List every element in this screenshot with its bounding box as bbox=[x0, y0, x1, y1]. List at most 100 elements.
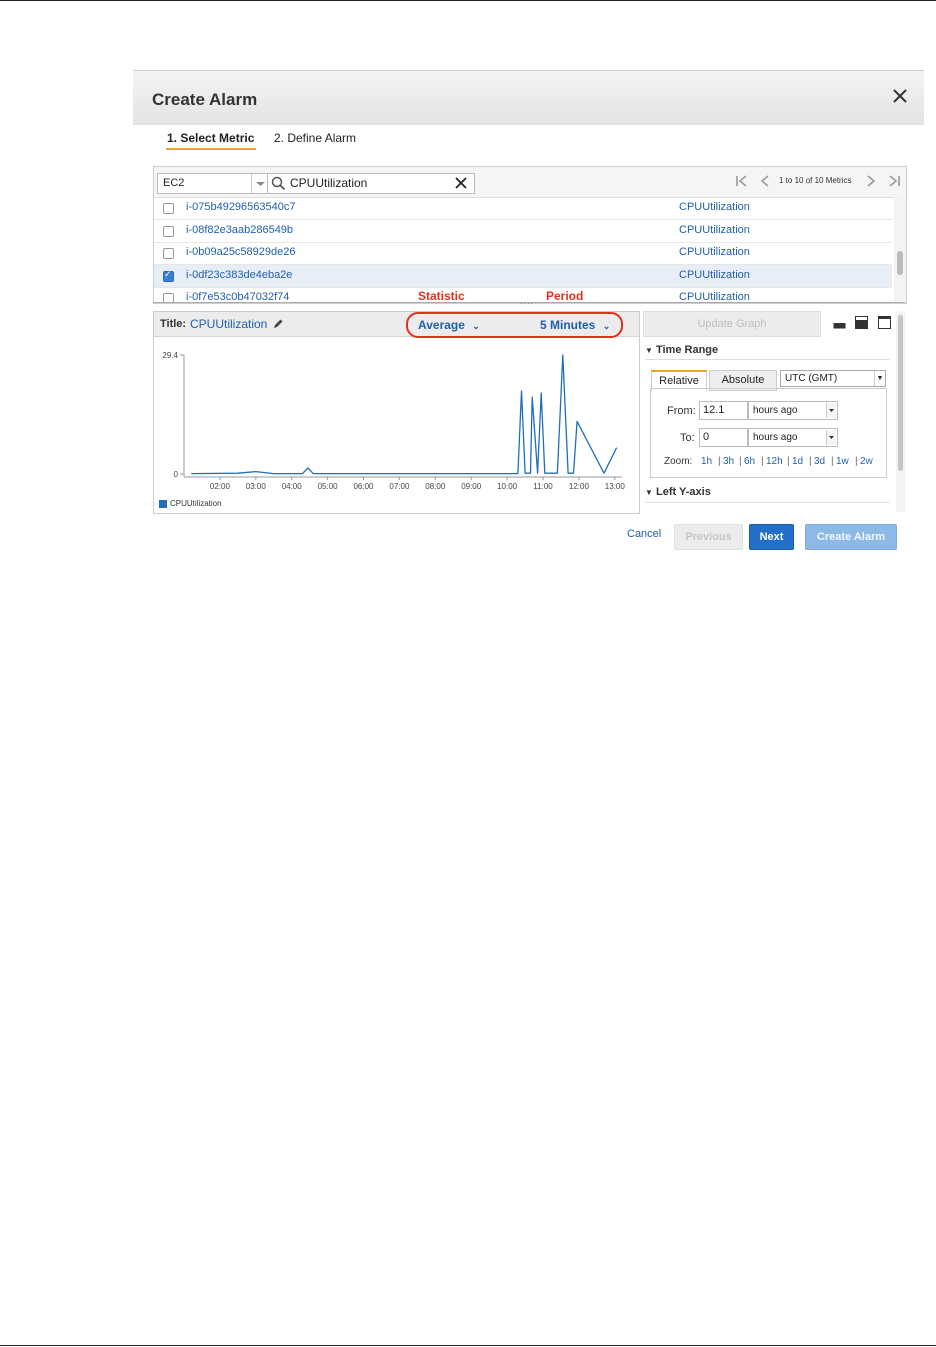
last-page-icon[interactable] bbox=[887, 174, 901, 188]
row-checkbox[interactable] bbox=[163, 269, 174, 282]
zoom-separator: | bbox=[831, 456, 834, 467]
divider bbox=[645, 359, 890, 360]
x-tick-label: 10:00 bbox=[497, 482, 518, 491]
options-scrollbar[interactable] bbox=[896, 311, 905, 512]
left-y-axis-label: Left Y-axis bbox=[655, 486, 711, 498]
triangle-down-icon: ▼ bbox=[645, 346, 653, 355]
graph-title-value[interactable]: CPUUtilization bbox=[190, 317, 267, 331]
zoom-separator: | bbox=[809, 456, 812, 467]
zoom-link-1w[interactable]: 1w bbox=[836, 456, 849, 467]
x-tick-label: 09:00 bbox=[461, 482, 482, 491]
metric-name-link[interactable]: CPUUtilization bbox=[679, 224, 750, 236]
table-row[interactable]: i-075b49296563540c7 CPUUtilization bbox=[154, 197, 892, 220]
page-top-rule bbox=[0, 0, 936, 1]
row-checkbox[interactable] bbox=[163, 225, 174, 237]
cpu-utilization-chart: 29.4 0 02:00 03:00 04:00 05:00 06:00 07:00 08:00… bbox=[162, 351, 626, 491]
x-tick-label: 04:00 bbox=[282, 482, 303, 491]
namespace-select[interactable]: EC2 bbox=[157, 173, 269, 194]
metric-name-link[interactable]: CPUUtilization bbox=[679, 246, 750, 258]
first-page-icon[interactable] bbox=[735, 174, 749, 188]
zoom-link-6h[interactable]: 6h bbox=[744, 456, 755, 467]
left-y-axis-heading[interactable]: ▼ Left Y-axis bbox=[645, 486, 711, 498]
metrics-toolbar: EC2 CPUUtilization 1 to 10 of 10 Metrics bbox=[154, 167, 906, 198]
table-row[interactable]: i-0b09a25c58929de26 CPUUtilization bbox=[154, 242, 892, 265]
graph-size-small-icon[interactable] bbox=[833, 316, 846, 329]
divider bbox=[645, 502, 890, 503]
dialog-header: Create Alarm bbox=[133, 70, 924, 125]
zoom-separator: | bbox=[855, 456, 858, 467]
to-unit-select[interactable]: hours ago bbox=[748, 428, 838, 447]
splitter-grip[interactable]: .... bbox=[520, 296, 534, 306]
chevron-down-icon bbox=[826, 430, 836, 445]
legend-swatch bbox=[159, 500, 167, 508]
search-icon bbox=[271, 176, 286, 191]
time-range-heading[interactable]: ▼ Time Range bbox=[645, 344, 718, 356]
triangle-down-icon: ▼ bbox=[645, 488, 653, 497]
zoom-label: Zoom: bbox=[664, 456, 693, 467]
x-tick-label: 02:00 bbox=[210, 482, 231, 491]
create-alarm-button[interactable]: Create Alarm bbox=[805, 524, 897, 550]
zoom-link-1h[interactable]: 1h bbox=[701, 456, 712, 467]
zoom-separator: | bbox=[787, 456, 790, 467]
metric-name-link[interactable]: CPUUtilization bbox=[679, 201, 750, 213]
step-select-metric[interactable]: 1. Select Metric bbox=[167, 131, 254, 145]
legend-label: CPUUtilization bbox=[170, 499, 222, 508]
y-tick-label: 29.4 bbox=[162, 351, 178, 360]
zoom-link-3d[interactable]: 3d bbox=[814, 456, 825, 467]
row-checkbox[interactable] bbox=[163, 248, 174, 259]
graph-size-medium-icon[interactable] bbox=[855, 316, 868, 329]
next-button[interactable]: Next bbox=[749, 524, 794, 550]
timezone-select[interactable]: UTC (GMT) ▼ bbox=[780, 370, 886, 387]
zoom-separator: | bbox=[761, 456, 764, 467]
instance-id-link[interactable]: i-0df23c383de4eba2e bbox=[186, 269, 292, 281]
active-step-underline bbox=[166, 148, 256, 150]
chevron-down-icon bbox=[826, 403, 836, 418]
step-define-alarm[interactable]: 2. Define Alarm bbox=[274, 131, 356, 145]
close-icon[interactable] bbox=[889, 85, 911, 107]
x-tick-label: 06:00 bbox=[353, 482, 374, 491]
cancel-link[interactable]: Cancel bbox=[627, 528, 661, 540]
metric-name-link[interactable]: CPUUtilization bbox=[679, 269, 750, 281]
namespace-value: EC2 bbox=[163, 177, 185, 189]
x-tick-label: 12:00 bbox=[569, 482, 590, 491]
instance-id-link[interactable]: i-08f82e3aab286549b bbox=[186, 224, 293, 236]
to-field[interactable]: 0 bbox=[699, 428, 748, 447]
from-unit-select[interactable]: hours ago bbox=[748, 401, 838, 420]
graph-panel: Title: CPUUtilization Average ⌄ 5 Minute… bbox=[153, 311, 640, 514]
y-tick-label: 0 bbox=[174, 470, 179, 479]
update-graph-button[interactable]: Update Graph bbox=[643, 311, 821, 337]
time-range-label: Time Range bbox=[655, 344, 719, 356]
x-tick-label: 13:00 bbox=[605, 482, 626, 491]
previous-page-icon[interactable] bbox=[759, 174, 771, 188]
zoom-link-1d[interactable]: 1d bbox=[792, 456, 803, 467]
next-page-icon[interactable] bbox=[865, 174, 877, 188]
from-field[interactable]: 12.1 bbox=[699, 401, 748, 420]
graph-header: Title: CPUUtilization Average ⌄ 5 Minute… bbox=[154, 312, 639, 338]
graph-size-large-icon[interactable] bbox=[878, 316, 891, 329]
period-annotation: Period bbox=[546, 289, 584, 303]
row-checkbox[interactable] bbox=[163, 203, 174, 214]
x-tick-label: 08:00 bbox=[425, 482, 446, 491]
zoom-link-3h[interactable]: 3h bbox=[723, 456, 734, 467]
clear-search-icon[interactable] bbox=[455, 177, 467, 189]
search-value: CPUUtilization bbox=[290, 176, 368, 190]
graph-title-label: Title: bbox=[160, 318, 187, 330]
chevron-down-icon: ▼ bbox=[874, 371, 885, 386]
instance-id-link[interactable]: i-075b49296563540c7 bbox=[186, 201, 296, 213]
table-row[interactable]: i-08f82e3aab286549b CPUUtilization bbox=[154, 220, 892, 243]
x-tick-label: 05:00 bbox=[318, 482, 339, 491]
timezone-value: UTC (GMT) bbox=[785, 373, 838, 384]
table-row[interactable]: i-0df23c383de4eba2e CPUUtilization bbox=[154, 264, 892, 288]
zoom-link-12h[interactable]: 12h bbox=[766, 456, 783, 467]
zoom-link-2w[interactable]: 2w bbox=[860, 456, 873, 467]
page-bottom-rule bbox=[0, 1345, 936, 1346]
search-input[interactable]: CPUUtilization bbox=[267, 173, 475, 194]
to-unit-value: hours ago bbox=[753, 432, 798, 443]
pencil-icon[interactable] bbox=[272, 318, 284, 330]
instance-id-link[interactable]: i-0b09a25c58929de26 bbox=[186, 246, 296, 258]
annotation-highlight-oval bbox=[406, 312, 623, 338]
x-tick-label: 07:00 bbox=[389, 482, 410, 491]
previous-button[interactable]: Previous bbox=[674, 524, 743, 550]
pager-text: 1 to 10 of 10 Metrics bbox=[779, 176, 852, 185]
metrics-scrollbar[interactable] bbox=[894, 197, 906, 303]
